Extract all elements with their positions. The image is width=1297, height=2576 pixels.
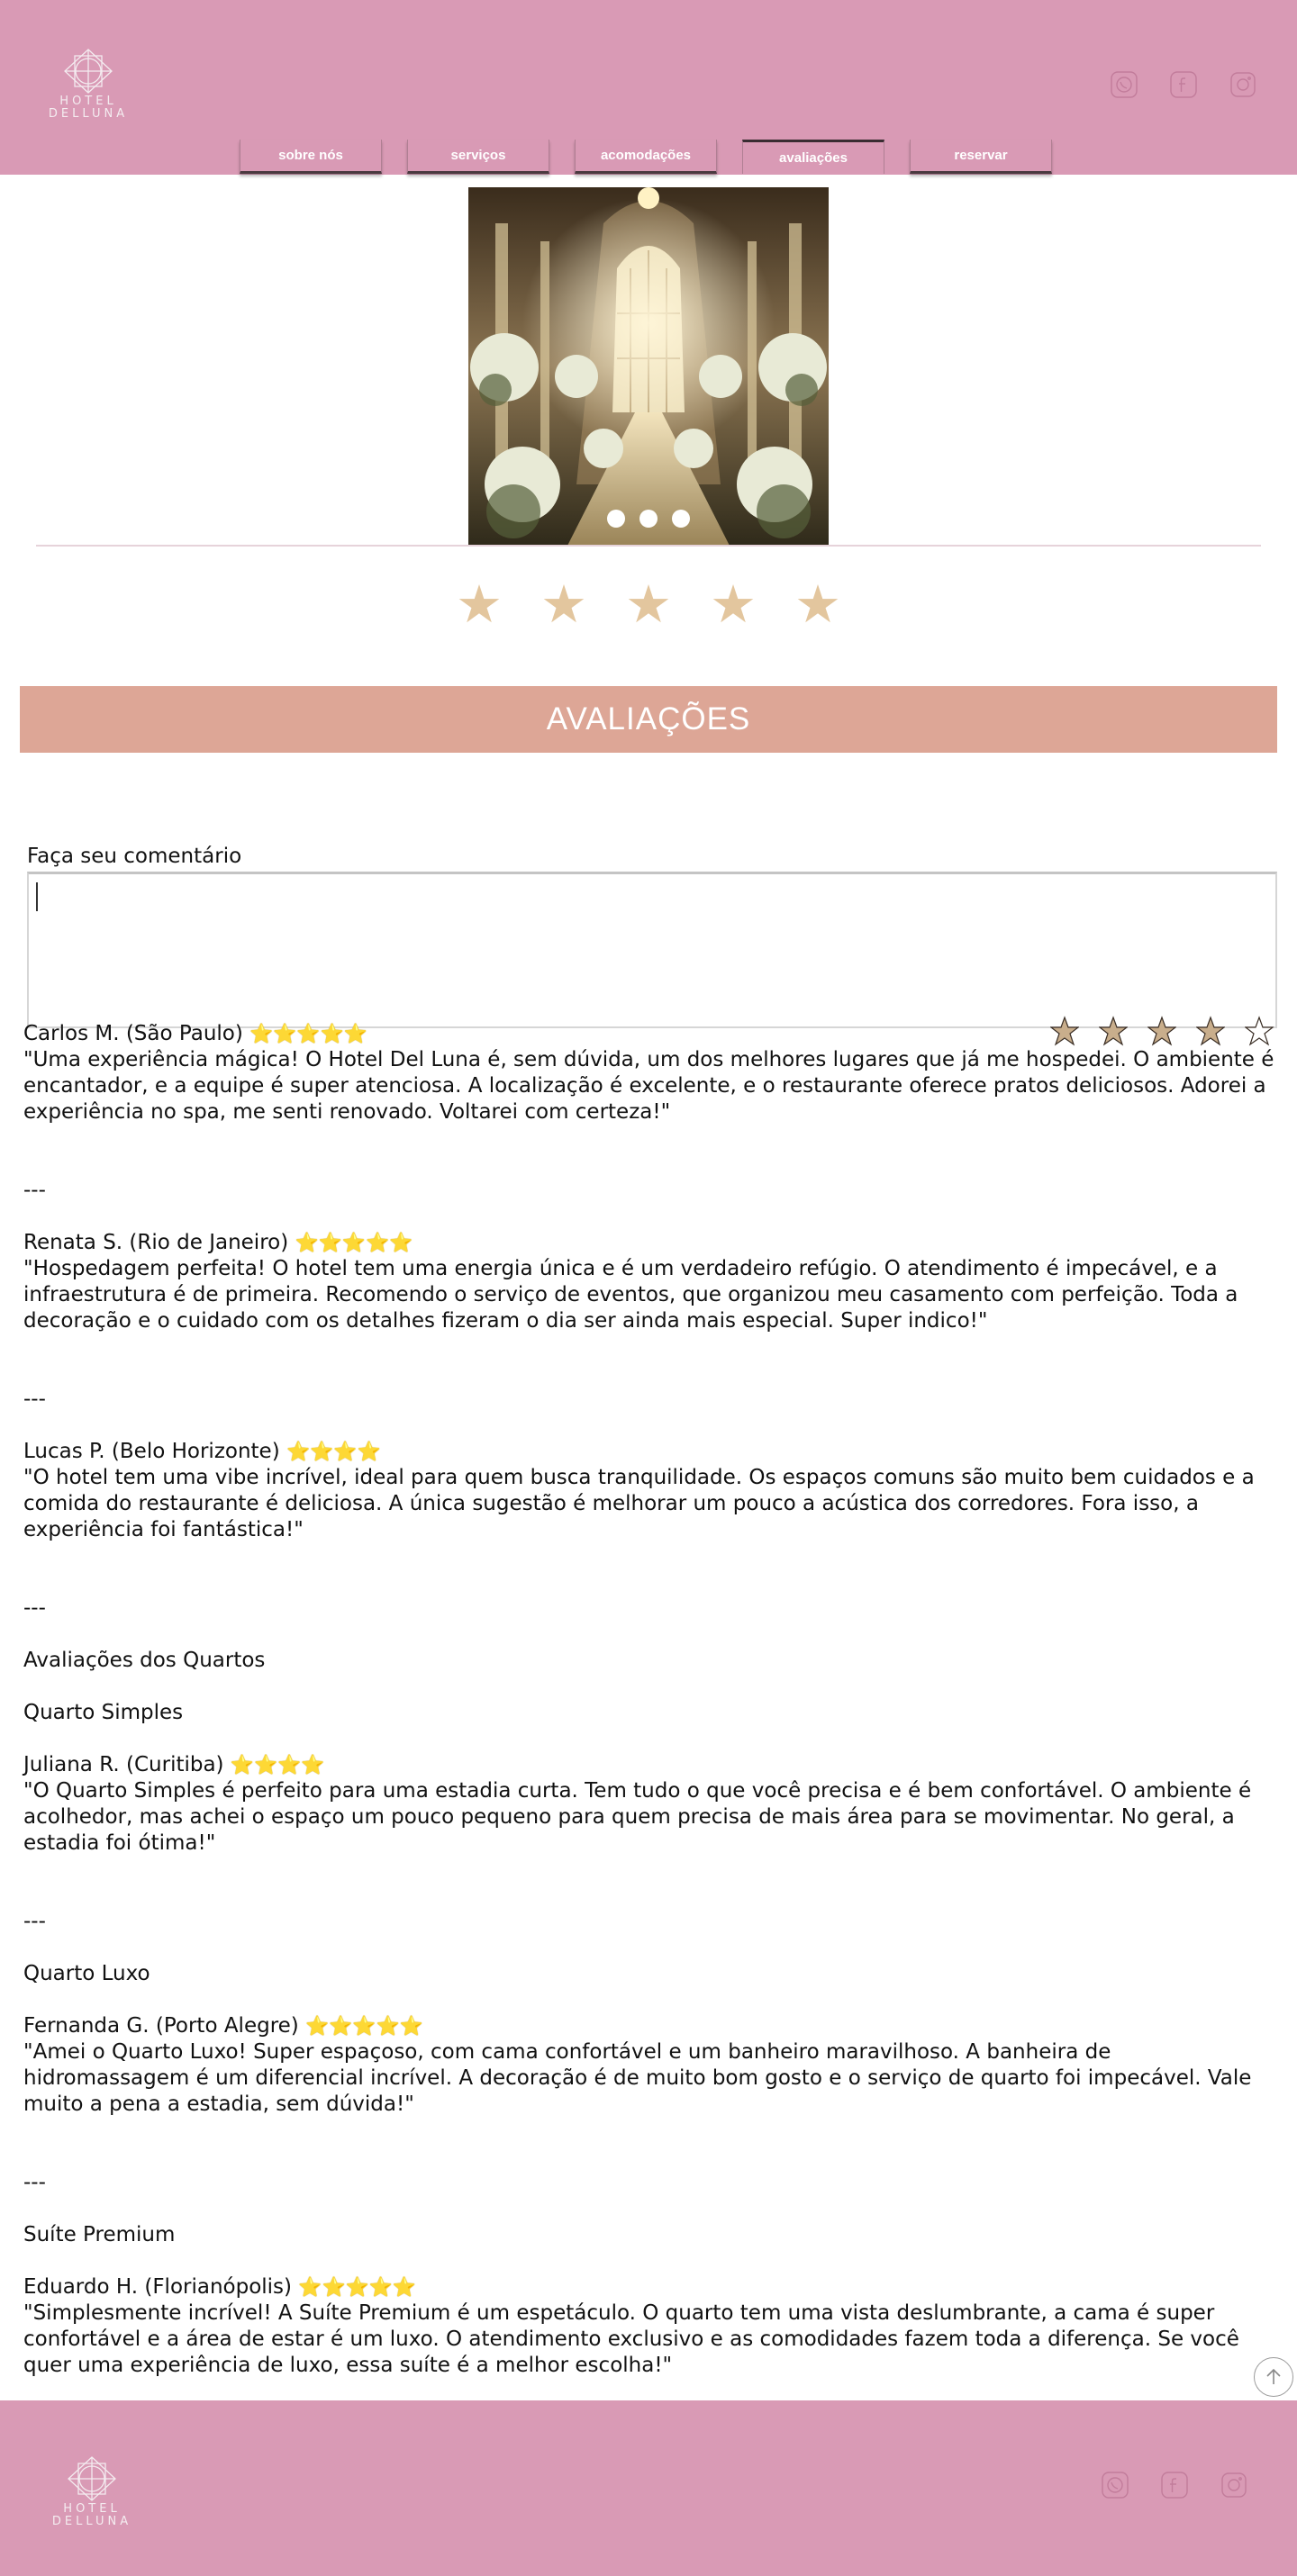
facebook-icon[interactable]	[1169, 70, 1198, 99]
section-title-bar: AVALIAÇÕES	[20, 686, 1277, 753]
whatsapp-icon[interactable]	[1101, 2471, 1129, 2499]
review-item: Renata S. (Rio de Janeiro) ⭐⭐⭐⭐⭐ "Hosped…	[23, 1230, 1275, 1334]
nav-acomodacoes[interactable]: acomodações	[575, 140, 717, 174]
facebook-icon[interactable]	[1160, 2471, 1189, 2499]
site-footer: HOTEL DELLUNA	[0, 2400, 1297, 2576]
wedding-hall-image	[468, 187, 829, 546]
separator: ---	[23, 1910, 46, 1933]
review-stars: ⭐⭐⭐⭐	[286, 1441, 381, 1462]
review-text: "Amei o Quarto Luxo! Super espaçoso, com…	[23, 2040, 1252, 2116]
star-icon[interactable]: ★	[710, 573, 757, 636]
social-links	[1110, 70, 1257, 99]
logo-emblem-icon	[68, 2456, 116, 2501]
review-item: Fernanda G. (Porto Alegre) ⭐⭐⭐⭐⭐ "Amei o…	[23, 2013, 1275, 2118]
star-icon[interactable]: ★	[794, 573, 841, 636]
separator: ---	[23, 1596, 46, 1620]
reviews-list: Carlos M. (São Paulo) ⭐⭐⭐⭐⭐ "Uma experiê…	[23, 1021, 1275, 2379]
carousel-dot-2[interactable]	[639, 510, 658, 528]
carousel-dots	[468, 510, 829, 528]
review-text: "Simplesmente incrível! A Suíte Premium …	[23, 2301, 1239, 2377]
review-author: Renata S. (Rio de Janeiro)	[23, 1231, 289, 1254]
hero-carousel[interactable]	[468, 187, 829, 546]
logo-line2: DELLUNA	[51, 2515, 132, 2528]
review-item: Juliana R. (Curitiba) ⭐⭐⭐⭐ "O Quarto Sim…	[23, 1752, 1275, 1857]
review-author: Fernanda G. (Porto Alegre)	[23, 2014, 299, 2038]
nav-sobre-nos[interactable]: sobre nós	[240, 140, 382, 174]
logo-line1: HOTEL	[59, 95, 117, 108]
logo-line1: HOTEL	[63, 2502, 121, 2516]
rating-stars-display: ★ ★ ★ ★ ★	[456, 573, 841, 636]
logo-line2: DELLUNA	[48, 107, 129, 121]
page-title: AVALIAÇÕES	[546, 701, 751, 737]
review-stars: ⭐⭐⭐⭐	[230, 1754, 325, 1776]
logo-emblem-icon	[64, 49, 113, 94]
review-item: Eduardo H. (Florianópolis) ⭐⭐⭐⭐⭐ "Simple…	[23, 2274, 1275, 2379]
review-text: "O hotel tem uma vibe incrível, ideal pa…	[23, 1466, 1255, 1541]
footer-logo[interactable]: HOTEL DELLUNA	[47, 2454, 137, 2528]
separator: ---	[23, 2171, 46, 2194]
comment-label: Faça seu comentário	[27, 845, 242, 868]
nav-reservar[interactable]: reservar	[910, 140, 1052, 174]
review-author: Carlos M. (São Paulo)	[23, 1022, 243, 1045]
review-author: Eduardo H. (Florianópolis)	[23, 2275, 293, 2299]
nav-avaliacoes[interactable]: avaliações	[742, 140, 884, 174]
review-text: "Hospedagem perfeita! O hotel tem uma en…	[23, 1257, 1238, 1333]
review-item: Carlos M. (São Paulo) ⭐⭐⭐⭐⭐ "Uma experiê…	[23, 1021, 1275, 1125]
room-heading: Quarto Luxo	[23, 1962, 150, 1985]
star-icon[interactable]: ★	[625, 573, 672, 636]
comment-textarea[interactable]	[27, 872, 1277, 1028]
review-stars: ⭐⭐⭐⭐⭐	[298, 2276, 417, 2298]
review-stars: ⭐⭐⭐⭐⭐	[305, 2015, 423, 2037]
main-nav: sobre nós serviços acomodações avaliaçõe…	[240, 140, 1077, 174]
divider	[36, 545, 1261, 547]
review-text: "O Quarto Simples é perfeito para uma es…	[23, 1779, 1252, 1855]
site-header: HOTEL DELLUNA sobre nós serviços acomoda…	[0, 0, 1297, 175]
scroll-to-top-button[interactable]	[1254, 2357, 1293, 2397]
room-heading: Quarto Simples	[23, 1701, 184, 1724]
carousel-dot-1[interactable]	[607, 510, 625, 528]
carousel-dot-3[interactable]	[672, 510, 690, 528]
arrow-up-icon	[1266, 2368, 1281, 2384]
review-item: Lucas P. (Belo Horizonte) ⭐⭐⭐⭐ "O hotel …	[23, 1439, 1275, 1543]
star-icon[interactable]: ★	[456, 573, 503, 636]
star-icon[interactable]: ★	[540, 573, 587, 636]
review-stars: ⭐⭐⭐⭐⭐	[249, 1023, 367, 1044]
whatsapp-icon[interactable]	[1110, 70, 1138, 99]
rooms-heading: Avaliações dos Quartos	[23, 1649, 266, 1672]
room-heading: Suíte Premium	[23, 2223, 176, 2246]
footer-social-links	[1101, 2471, 1248, 2499]
separator: ---	[23, 1387, 46, 1411]
review-text: "Uma experiência mágica! O Hotel Del Lun…	[23, 1048, 1274, 1124]
separator: ---	[23, 1179, 46, 1202]
instagram-icon[interactable]	[1220, 2471, 1248, 2499]
nav-servicos[interactable]: serviços	[407, 140, 549, 174]
instagram-icon[interactable]	[1229, 70, 1257, 99]
review-author: Juliana R. (Curitiba)	[23, 1753, 224, 1776]
review-stars: ⭐⭐⭐⭐⭐	[295, 1232, 413, 1253]
text-caret	[36, 882, 38, 911]
review-author: Lucas P. (Belo Horizonte)	[23, 1440, 280, 1463]
hotel-logo[interactable]: HOTEL DELLUNA	[43, 47, 133, 121]
